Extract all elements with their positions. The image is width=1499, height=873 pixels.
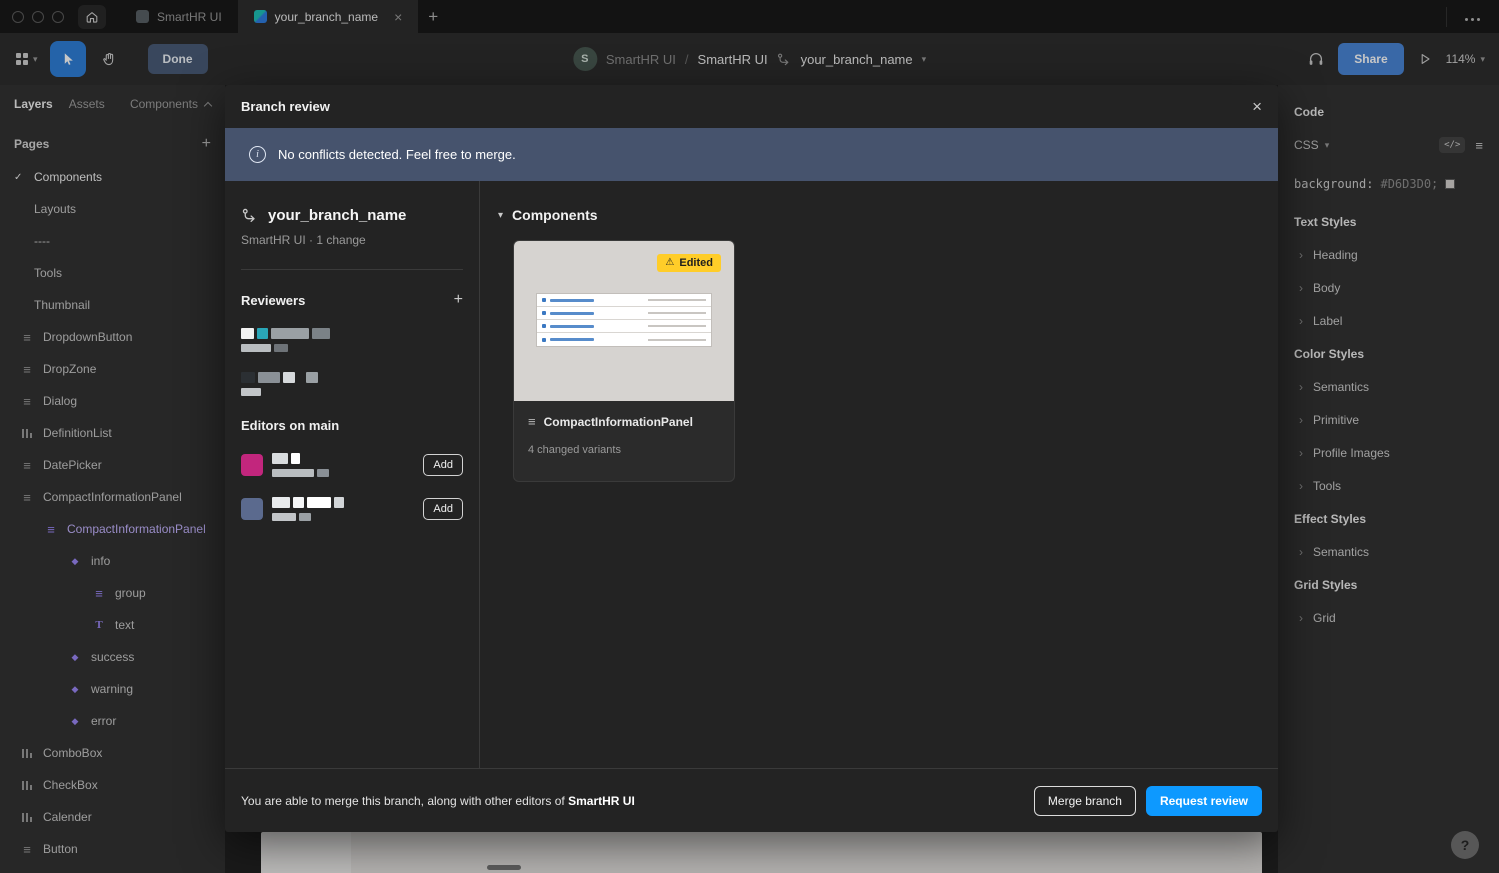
editor-item: Add: [241, 497, 463, 521]
modal-title: Branch review: [241, 99, 330, 114]
changed-component-card[interactable]: ⚠ Edited ≡ CompactInform: [513, 240, 735, 482]
reviewer-item: [241, 328, 463, 352]
branch-icon: [241, 207, 258, 224]
editor-item: Add: [241, 453, 463, 477]
component-thumbnail: ⚠ Edited: [514, 241, 734, 401]
branch-meta: SmartHR UI · 1 change: [241, 233, 463, 247]
figma-app: SmartHR UI your_branch_name × + ▾ Done: [0, 0, 1499, 873]
branch-review-modal: Branch review × i No conflicts detected.…: [225, 85, 1278, 832]
redacted-editor-name: [272, 453, 329, 477]
reviewers-header: Reviewers: [241, 293, 305, 308]
branch-name: your_branch_name: [268, 207, 406, 224]
components-section-header[interactable]: ▾ Components: [498, 207, 1278, 223]
rows-icon: ≡: [528, 414, 536, 429]
close-modal-icon[interactable]: ×: [1252, 98, 1262, 115]
component-name: CompactInformationPanel: [544, 415, 693, 429]
add-editor-button[interactable]: Add: [423, 454, 463, 476]
thumbnail-table-preview: [536, 293, 712, 347]
banner-text: No conflicts detected. Feel free to merg…: [278, 147, 516, 162]
merge-permission-message: You are able to merge this branch, along…: [241, 794, 635, 808]
divider: [241, 269, 463, 270]
modal-footer: You are able to merge this branch, along…: [225, 768, 1278, 832]
caret-down-icon: ▾: [498, 210, 503, 221]
redacted-reviewer-name: [241, 372, 318, 396]
request-review-button[interactable]: Request review: [1146, 786, 1262, 816]
redacted-editor-name: [272, 497, 344, 521]
reviewer-item: [241, 372, 463, 396]
merge-branch-button[interactable]: Merge branch: [1034, 786, 1136, 816]
add-reviewer-button[interactable]: +: [454, 292, 463, 308]
changes-panel: ▾ Components ⚠ Edited: [480, 181, 1278, 768]
changed-variants-count: 4 changed variants: [528, 444, 720, 456]
branch-summary-panel: your_branch_name SmartHR UI · 1 change R…: [225, 181, 480, 768]
editor-avatar: [241, 498, 263, 520]
edited-badge: ⚠ Edited: [657, 254, 721, 272]
redacted-reviewer-name: [241, 328, 330, 352]
no-conflicts-banner: i No conflicts detected. Feel free to me…: [225, 128, 1278, 181]
warning-triangle-icon: ⚠: [665, 258, 674, 268]
info-icon: i: [249, 146, 266, 163]
editor-avatar: [241, 454, 263, 476]
add-editor-button[interactable]: Add: [423, 498, 463, 520]
editors-header: Editors on main: [241, 418, 339, 433]
